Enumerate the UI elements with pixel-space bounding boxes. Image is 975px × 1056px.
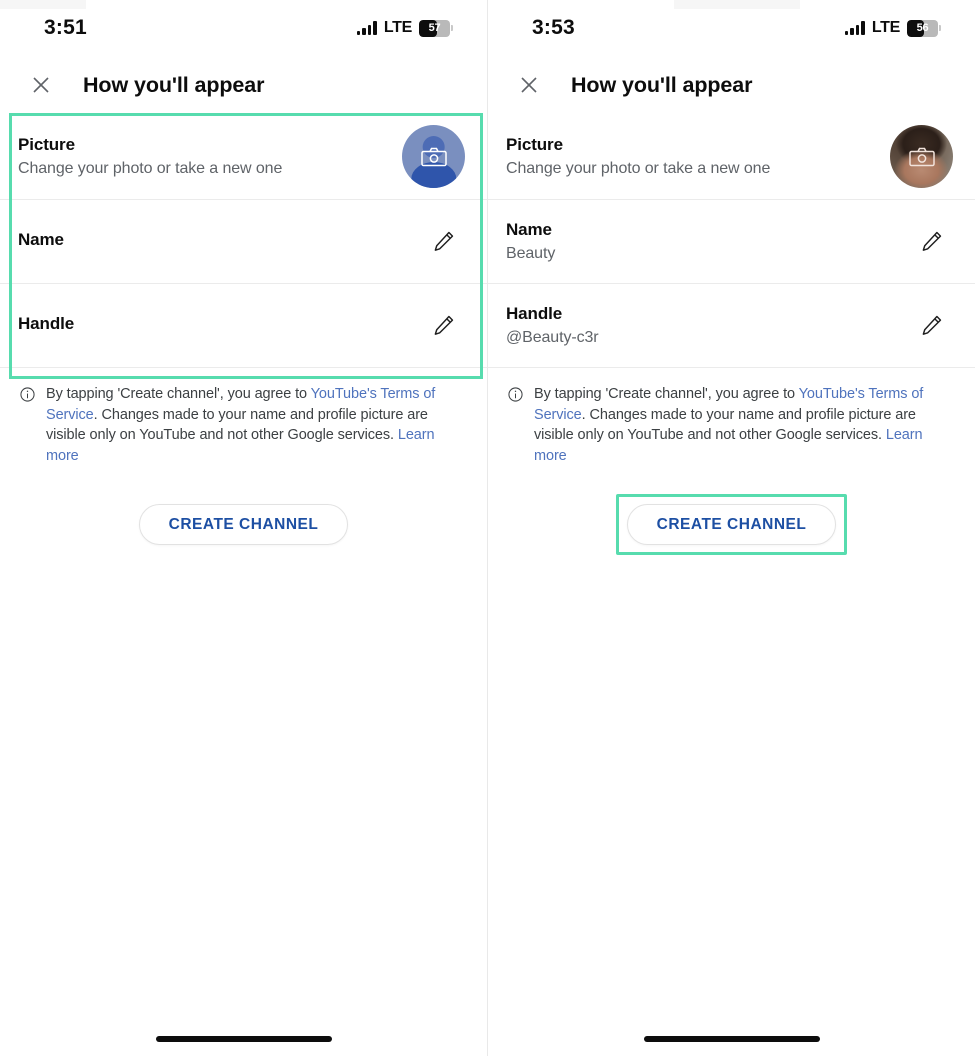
pencil-icon[interactable]: [421, 304, 465, 348]
status-time: 3:51: [44, 16, 87, 39]
create-channel-button[interactable]: CREATE CHANNEL: [626, 504, 837, 546]
info-icon: [508, 387, 523, 466]
row-value: @Beauty-c3r: [506, 328, 599, 346]
row-name[interactable]: Name Beauty: [488, 200, 975, 284]
battery-level-label: 57: [428, 22, 441, 34]
terms-text: By tapping 'Create channel', you agree t…: [534, 384, 942, 466]
terms-part1: By tapping 'Create channel', you agree t…: [534, 386, 799, 402]
terms-part1: By tapping 'Create channel', you agree t…: [46, 386, 311, 402]
info-icon: [20, 387, 35, 466]
pencil-icon[interactable]: [909, 220, 953, 264]
camera-icon: [420, 147, 447, 166]
app-bar: How you'll appear: [488, 56, 975, 114]
screen-before: 3:51 LTE 57 How you'll appear Picture Ch…: [0, 0, 487, 1056]
terms-text: By tapping 'Create channel', you agree t…: [46, 384, 454, 466]
row-value: Change your photo or take a new one: [18, 159, 283, 177]
cta-highlight-box: CREATE CHANNEL: [615, 494, 848, 556]
cta-container: CREATE CHANNEL: [0, 494, 487, 555]
status-indicators: LTE 57: [356, 19, 453, 37]
signal-bars-icon: [844, 21, 865, 35]
screen-after: 3:53 LTE 56 How you'll appear Picture Ch…: [487, 0, 975, 1056]
top-artifact: [674, 0, 800, 9]
profile-card: Picture Change your photo or take a new …: [488, 114, 975, 368]
network-type-label: LTE: [871, 19, 900, 36]
terms-part2: . Changes made to your name and profile …: [46, 406, 428, 444]
network-type-label: LTE: [383, 19, 412, 36]
terms-notice: By tapping 'Create channel', you agree t…: [488, 368, 975, 466]
row-name[interactable]: Name: [0, 200, 487, 284]
row-picture[interactable]: Picture Change your photo or take a new …: [0, 114, 487, 200]
top-artifact: [0, 0, 86, 9]
row-value: Beauty: [506, 244, 556, 262]
avatar[interactable]: [402, 125, 465, 188]
home-indicator: [155, 1036, 332, 1042]
page-title: How you'll appear: [571, 72, 753, 97]
terms-notice: By tapping 'Create channel', you agree t…: [0, 368, 487, 466]
status-time: 3:53: [532, 16, 575, 39]
row-label: Name: [18, 230, 64, 250]
close-icon[interactable]: [505, 61, 553, 109]
camera-icon: [908, 147, 935, 166]
screenshot-comparison: 3:51 LTE 57 How you'll appear Picture Ch…: [0, 0, 975, 1056]
row-label: Picture: [506, 134, 563, 154]
row-handle[interactable]: Handle @Beauty-c3r: [488, 284, 975, 368]
battery-icon: 57: [419, 19, 453, 37]
cta-highlight-box: CREATE CHANNEL: [128, 494, 360, 555]
home-indicator: [643, 1036, 820, 1042]
battery-icon: 56: [907, 19, 941, 37]
avatar[interactable]: [890, 125, 953, 188]
pencil-icon[interactable]: [909, 304, 953, 348]
row-value: Change your photo or take a new one: [506, 159, 771, 177]
cta-container: CREATE CHANNEL: [488, 494, 975, 556]
battery-level-label: 56: [916, 22, 929, 34]
terms-part2: . Changes made to your name and profile …: [534, 406, 916, 444]
page-title: How you'll appear: [83, 72, 265, 97]
app-bar: How you'll appear: [0, 56, 487, 114]
signal-bars-icon: [356, 21, 377, 35]
row-label: Name: [506, 219, 552, 239]
row-label: Handle: [18, 314, 75, 334]
create-channel-button[interactable]: CREATE CHANNEL: [138, 504, 349, 546]
row-picture[interactable]: Picture Change your photo or take a new …: [488, 114, 975, 200]
row-label: Picture: [18, 134, 75, 154]
row-handle[interactable]: Handle: [0, 284, 487, 368]
close-icon[interactable]: [17, 61, 65, 109]
status-indicators: LTE 56: [844, 19, 941, 37]
row-label: Handle: [506, 303, 563, 323]
profile-card: Picture Change your photo or take a new …: [0, 114, 487, 368]
pencil-icon[interactable]: [421, 220, 465, 264]
